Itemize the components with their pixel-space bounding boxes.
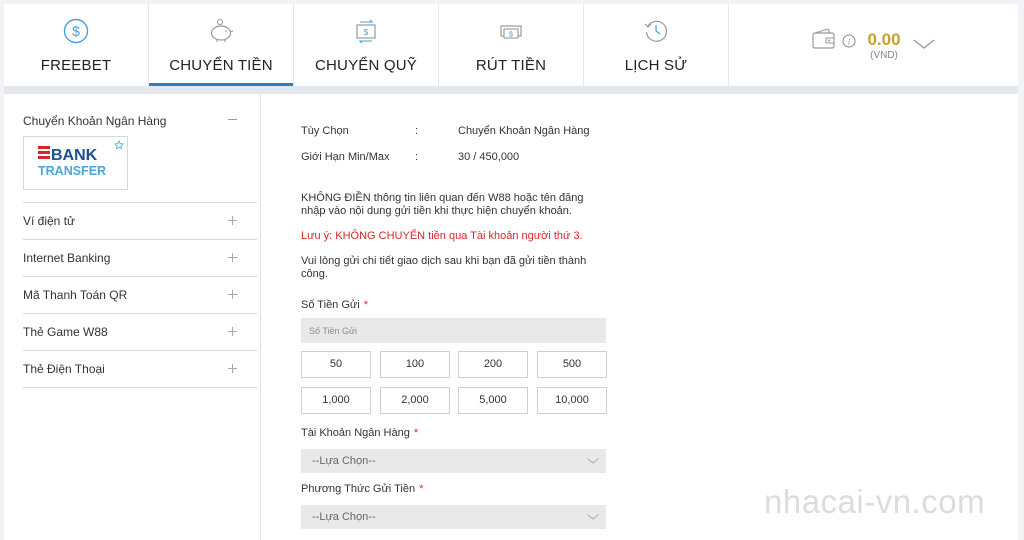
sidebar-item-label: Internet Banking bbox=[23, 251, 111, 265]
sidebar-item-e-wallet[interactable]: Ví điện tử bbox=[23, 202, 257, 239]
sidebar-item-qr-payment[interactable]: Mã Thanh Toán QR bbox=[23, 276, 257, 313]
svg-text:$: $ bbox=[509, 32, 513, 39]
quick-amount-button[interactable]: 10,000 bbox=[537, 387, 607, 414]
wallet-icon bbox=[811, 28, 837, 52]
quick-amount-button[interactable]: 1,000 bbox=[301, 387, 371, 414]
quick-amount-button[interactable]: 5,000 bbox=[458, 387, 528, 414]
quick-amount-button[interactable]: 100 bbox=[380, 351, 450, 378]
quick-amount-button[interactable]: 50 bbox=[301, 351, 371, 378]
option-label: Tùy Chọn bbox=[301, 125, 349, 137]
plus-icon bbox=[228, 364, 237, 373]
amount-input[interactable] bbox=[301, 318, 606, 343]
warning-text: Lưu ý: KHÔNG CHUYỂN tiền qua Tài khoản n… bbox=[301, 230, 583, 242]
money-transfer-icon: $ bbox=[352, 17, 380, 45]
amount-label: Số Tiền Gửi * bbox=[301, 299, 369, 311]
select-value: --Lựa Chọn-- bbox=[312, 511, 376, 523]
deposit-method-select[interactable]: --Lựa Chọn-- bbox=[301, 505, 606, 529]
watermark: nhacai-vn.com bbox=[764, 483, 986, 520]
sidebar-item-phone-card[interactable]: Thẻ Điện Thoại bbox=[23, 350, 257, 387]
plus-icon bbox=[228, 290, 237, 299]
chevron-down-icon[interactable] bbox=[913, 38, 935, 50]
tab-label: RÚT TIỀN bbox=[475, 57, 547, 74]
deposit-form: Tùy Chọn : Chuyển Khoản Ngân Hàng Giới H… bbox=[301, 94, 631, 540]
svg-text:$: $ bbox=[72, 23, 80, 39]
quick-amount-button[interactable]: 500 bbox=[537, 351, 607, 378]
bank-transfer-logo[interactable]: BANK TRANSFER bbox=[23, 136, 128, 190]
sidebar-divider bbox=[23, 387, 257, 388]
sidebar-item-label: Mã Thanh Toán QR bbox=[23, 288, 128, 302]
sidebar-item-bank-transfer[interactable]: Chuyển Khoản Ngân Hàng bbox=[23, 114, 166, 128]
dollar-coin-icon: $ bbox=[62, 17, 90, 45]
tab-label: CHUYỂN QUỸ bbox=[314, 57, 417, 74]
bank-logo-line2: TRANSFER bbox=[38, 164, 106, 178]
minus-icon[interactable] bbox=[228, 119, 237, 120]
tab-label: CHUYỂN TIỀN bbox=[169, 57, 273, 74]
svg-text:$: $ bbox=[364, 28, 369, 37]
bank-account-select[interactable]: --Lựa Chọn-- bbox=[301, 449, 606, 473]
select-value: --Lựa Chọn-- bbox=[312, 455, 376, 467]
header-divider bbox=[4, 86, 1018, 94]
limit-label: Giới Hạn Min/Max bbox=[301, 151, 390, 163]
info-icon[interactable]: i bbox=[842, 34, 856, 48]
balance-currency: (VND) bbox=[870, 50, 898, 61]
plus-icon bbox=[228, 253, 237, 262]
instruction-text: Vui lòng gửi chi tiết giao dịch sau khi … bbox=[301, 255, 587, 280]
tab-rut-tien[interactable]: $ RÚT TIỀN bbox=[439, 4, 584, 86]
separator: : bbox=[415, 125, 419, 137]
tab-lich-su[interactable]: LỊCH SỬ bbox=[584, 4, 729, 86]
tab-chuyen-quy[interactable]: $ CHUYỂN QUỸ bbox=[294, 4, 439, 86]
svg-text:i: i bbox=[848, 38, 850, 47]
required-mark: * bbox=[413, 427, 419, 439]
sidebar-item-label: Thẻ Game W88 bbox=[23, 325, 108, 339]
sidebar-item-label: Ví điện tử bbox=[23, 214, 76, 228]
payment-method-sidebar: Chuyển Khoản Ngân Hàng BANK TRANSFER Ví … bbox=[23, 94, 261, 540]
quick-amount-button[interactable]: 2,000 bbox=[380, 387, 450, 414]
option-value: Chuyển Khoản Ngân Hàng bbox=[458, 125, 590, 137]
tab-chuyen-tien[interactable]: CHUYỂN TIỀN bbox=[149, 4, 294, 86]
sidebar-item-internet-banking[interactable]: Internet Banking bbox=[23, 239, 257, 276]
chevron-down-icon bbox=[587, 458, 599, 464]
tab-label: LỊCH SỬ bbox=[624, 57, 688, 74]
sidebar-item-label: Thẻ Điện Thoại bbox=[23, 362, 105, 376]
piggy-bank-icon bbox=[207, 17, 235, 45]
deposit-panel: Chuyển Khoản Ngân Hàng BANK TRANSFER Ví … bbox=[4, 94, 1018, 540]
required-mark: * bbox=[419, 483, 424, 495]
history-clock-icon bbox=[642, 17, 670, 45]
required-mark: * bbox=[363, 299, 369, 311]
notice-text: KHÔNG ĐIỀN thông tin liên quan đến W88 h… bbox=[301, 192, 584, 217]
quick-amount-button[interactable]: 200 bbox=[458, 351, 528, 378]
balance-amount: 0.00 bbox=[867, 30, 901, 49]
tab-freebet[interactable]: $ FREEBET bbox=[4, 4, 149, 86]
tab-label: FREEBET bbox=[40, 57, 112, 74]
cash-withdraw-icon: $ bbox=[497, 17, 525, 45]
chevron-down-icon bbox=[587, 514, 599, 520]
bank-account-label: Tài Khoản Ngân Hàng * bbox=[301, 427, 419, 439]
plus-icon bbox=[228, 327, 237, 336]
deposit-method-label: Phương Thức Gửi Tiền * bbox=[301, 483, 424, 495]
limit-value: 30 / 450,000 bbox=[458, 151, 520, 163]
bank-logo-line1: BANK bbox=[51, 147, 98, 164]
plus-icon bbox=[228, 216, 237, 225]
top-tab-bar: $ FREEBET CHUYỂN TIỀN $ CHUYỂN QUỸ $ RÚT… bbox=[4, 4, 1018, 86]
sidebar-item-w88-game-card[interactable]: Thẻ Game W88 bbox=[23, 313, 257, 350]
balance-widget: i 0.00 (VND) bbox=[729, 4, 1018, 86]
separator: : bbox=[415, 151, 419, 163]
